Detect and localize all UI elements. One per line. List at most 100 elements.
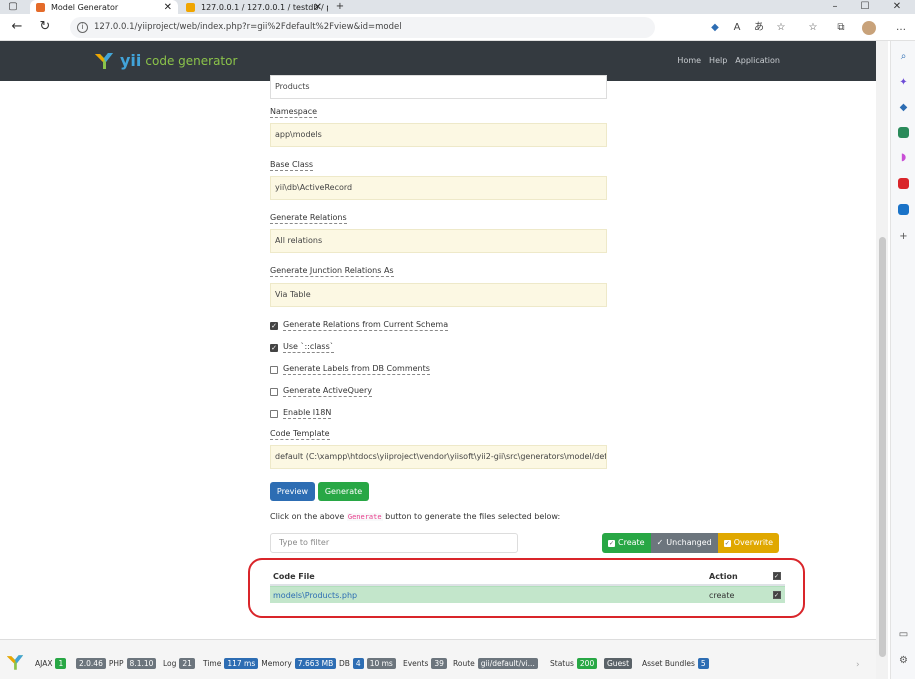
shopping-tag-icon[interactable]: ◆ <box>898 102 909 113</box>
checkbox-use-class[interactable]: ✓ Use `::class` <box>270 342 334 353</box>
settings-gear-icon[interactable]: ⚙ <box>898 655 909 666</box>
nav-application[interactable]: Application <box>735 56 780 65</box>
code-template-select[interactable]: default (C:\xampp\htdocs\yiiproject\vend… <box>270 445 607 469</box>
code-template-label: Code Template <box>270 429 330 440</box>
debug-status[interactable]: Status 200 <box>550 658 598 669</box>
close-tab-icon[interactable]: ✕ <box>164 2 172 13</box>
url-field[interactable]: i 127.0.0.1/yiiproject/web/index.php?r=g… <box>70 17 655 38</box>
add-icon[interactable]: + <box>898 231 909 242</box>
new-tab-button[interactable]: + <box>332 0 348 14</box>
games-icon[interactable]: ◗ <box>898 152 909 163</box>
favorite-add-icon[interactable]: ☆ <box>774 21 788 35</box>
check-icon: ✓ <box>656 538 664 547</box>
address-bar-row: ← ↻ i 127.0.0.1/yiiproject/web/index.php… <box>0 14 915 41</box>
legend-label: Overwrite <box>733 538 774 547</box>
checkbox-icon[interactable] <box>270 387 278 396</box>
read-aloud-icon[interactable]: A <box>730 21 744 35</box>
debug-db[interactable]: DB 4 10 ms <box>339 658 396 669</box>
tab-actions-icon[interactable]: ▢ <box>2 0 24 14</box>
checkbox-label: Enable I18N <box>283 408 332 419</box>
back-arrow-icon[interactable]: ← <box>8 18 26 36</box>
debug-label: Time <box>203 659 222 668</box>
namespace-label: Namespace <box>270 107 318 118</box>
preview-button[interactable]: Preview <box>270 482 315 501</box>
check-icon: ✓ <box>723 539 731 547</box>
office-icon[interactable] <box>898 178 909 189</box>
outlook-icon[interactable] <box>898 204 909 215</box>
junction-relations-label: Generate Junction Relations As <box>270 266 394 277</box>
debug-events[interactable]: Events 39 <box>403 658 447 669</box>
search-icon[interactable]: ⌕ <box>898 51 909 62</box>
logo-yii-text: yii <box>120 51 142 70</box>
checkbox-generate-activequery[interactable]: Generate ActiveQuery <box>270 386 372 397</box>
debug-badge: 7.663 MB <box>294 658 337 669</box>
tab-phpmyadmin[interactable]: 127.0.0.1 / 127.0.0.1 / testdb / p ✕ <box>180 0 328 14</box>
refresh-icon[interactable]: ↻ <box>36 18 54 36</box>
legend-label: Create <box>618 538 645 547</box>
generate-relations-label: Generate Relations <box>270 213 347 224</box>
check-icon: ✓ <box>608 539 615 547</box>
generate-hint: Click on the above Generate button to ge… <box>270 512 560 521</box>
checkbox-relations-current-schema[interactable]: ✓ Generate Relations from Current Schema <box>270 320 449 331</box>
page-scrollbar[interactable] <box>876 41 888 679</box>
checkbox-icon[interactable]: ✓ <box>270 321 278 330</box>
debug-asset-bundles[interactable]: Asset Bundles 5 <box>642 658 709 669</box>
generate-relations-select[interactable]: All relations <box>270 229 607 253</box>
debug-label: PHP <box>108 659 124 668</box>
checkbox-icon[interactable]: ✓ <box>270 343 278 352</box>
debug-label: Status <box>550 659 574 668</box>
phpmyadmin-favicon-icon <box>186 2 195 12</box>
legend-create[interactable]: ✓ Create <box>602 533 651 553</box>
legend-label: Unchanged <box>666 538 712 547</box>
debug-ajax[interactable]: AJAX 1 <box>35 658 67 669</box>
checkbox-labels-db-comments[interactable]: Generate Labels from DB Comments <box>270 364 430 375</box>
tab-title: Model Generator <box>51 2 119 12</box>
legend-overwrite[interactable]: ✓ Overwrite <box>717 533 780 553</box>
translate-icon[interactable]: あ <box>752 21 766 35</box>
debug-badge: 1 <box>55 658 67 669</box>
tag-icon[interactable]: ◆ <box>708 21 722 35</box>
nav-home[interactable]: Home <box>677 56 701 65</box>
debug-route[interactable]: Route gii/default/vi... <box>453 658 538 669</box>
collapse-toolbar-icon[interactable]: › <box>856 660 860 670</box>
legend-unchanged[interactable]: ✓ Unchanged <box>650 533 718 553</box>
copilot-icon[interactable]: ✦ <box>898 77 909 88</box>
debug-badge: gii/default/vi... <box>477 658 538 669</box>
debug-label: Asset Bundles <box>642 659 695 668</box>
debug-user[interactable]: Guest <box>604 658 633 669</box>
debug-config[interactable]: 2.0.46 PHP 8.1.10 <box>76 658 157 669</box>
gii-logo[interactable]: yii code generator <box>94 51 237 70</box>
debug-time[interactable]: Time 117 ms Memory 7.663 MB <box>203 658 337 669</box>
profile-avatar[interactable] <box>862 21 876 35</box>
sidebar-layout-icon[interactable]: ▭ <box>898 629 909 640</box>
checkbox-icon[interactable] <box>270 365 278 374</box>
debug-label: DB <box>339 659 350 668</box>
file-status-legend: ✓ Create ✓ Unchanged ✓ Overwrite <box>602 533 780 553</box>
favorites-icon[interactable]: ☆ <box>806 21 820 35</box>
debug-log[interactable]: Log 21 <box>163 658 195 669</box>
yii-debug-logo-icon[interactable] <box>6 654 24 671</box>
nav-help[interactable]: Help <box>709 56 727 65</box>
namespace-input[interactable]: app\models <box>270 123 607 147</box>
debug-badge: 4 <box>352 658 364 669</box>
checkbox-icon[interactable] <box>270 409 278 418</box>
close-window-button[interactable]: ✕ <box>882 0 912 14</box>
more-menu-icon[interactable]: … <box>894 21 908 35</box>
scrollbar-thumb[interactable] <box>879 237 886 657</box>
debug-badge: 10 ms <box>366 658 396 669</box>
junction-relations-select[interactable]: Via Table <box>270 283 607 307</box>
debug-badge: 117 ms <box>224 658 259 669</box>
tools-icon[interactable] <box>898 127 909 138</box>
tab-model-generator[interactable]: Model Generator ✕ <box>30 0 178 14</box>
minimize-button[interactable]: – <box>820 0 850 14</box>
maximize-button[interactable]: ☐ <box>850 0 880 14</box>
file-filter-input[interactable]: Type to filter <box>270 533 518 553</box>
close-tab-icon[interactable]: ✕ <box>314 2 322 13</box>
table-name-input[interactable]: Products <box>270 75 607 99</box>
checkbox-enable-i18n[interactable]: Enable I18N <box>270 408 332 419</box>
generate-button[interactable]: Generate <box>318 482 369 501</box>
site-info-icon[interactable]: i <box>77 22 88 33</box>
checkbox-label: Use `::class` <box>283 342 334 353</box>
collections-icon[interactable]: ⧉ <box>834 21 848 35</box>
base-class-input[interactable]: yii\db\ActiveRecord <box>270 176 607 200</box>
